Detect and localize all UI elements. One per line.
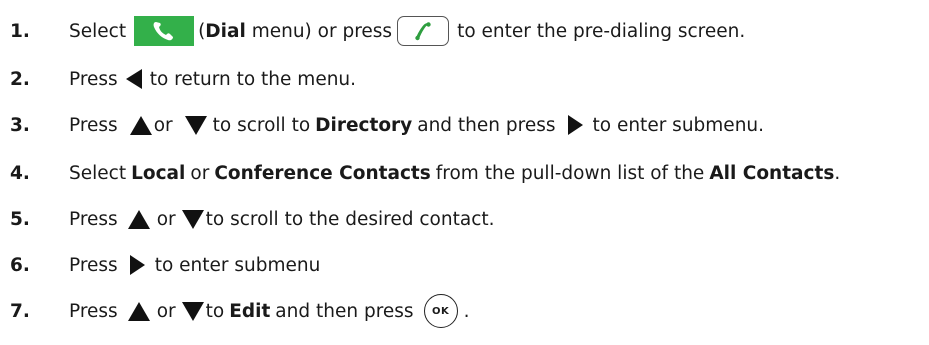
step-text-part: or: [156, 208, 176, 230]
up-arrow-icon: [129, 115, 152, 135]
step-text-part: .: [834, 162, 841, 184]
step-text: Press to enter submenu: [69, 255, 320, 276]
step-text-part: and then press: [275, 300, 414, 322]
step-text: Select (Dial menu) or press to enter the…: [69, 16, 745, 46]
down-arrow-icon: [184, 115, 207, 135]
step-text-part: to return to the menu.: [149, 68, 357, 90]
step-number: 7.: [10, 300, 30, 322]
step-text: Press or to scroll to Directory and then…: [69, 115, 764, 136]
down-arrow-icon: [181, 209, 204, 229]
step-text-part: or: [153, 114, 173, 136]
step-text-part: or: [156, 300, 176, 322]
up-arrow-icon: [127, 209, 150, 229]
step-text-part: Press: [69, 114, 118, 136]
step-text-part: (: [198, 20, 206, 42]
right-arrow-icon: [567, 115, 583, 135]
step-text-part: from the pull-down list of the: [435, 162, 705, 184]
step-text-bold: Dial: [205, 20, 246, 42]
step-text-bold: All Contacts: [709, 162, 835, 184]
step-text-part: to: [205, 300, 225, 322]
step-number: 3.: [10, 114, 30, 136]
step-text-bold: Edit: [229, 300, 271, 322]
step-text-part: to enter submenu.: [592, 114, 765, 136]
right-arrow-icon: [129, 255, 145, 275]
left-arrow-icon: [125, 69, 142, 89]
step-number: 1.: [10, 20, 30, 42]
step-text-part: Select: [69, 20, 127, 42]
step-text-part: to enter the pre-dialing screen.: [457, 20, 746, 42]
down-arrow-icon: [181, 301, 204, 321]
step-text-part: menu) or press: [245, 20, 393, 42]
step-text-part: Press: [69, 68, 118, 90]
step-text-part: .: [463, 300, 470, 322]
step-text: Press or to Edit and then press OK .: [69, 294, 469, 328]
step-text-part: to scroll to: [212, 114, 311, 136]
step-number: 4.: [10, 162, 30, 184]
instruction-steps: 1. Select (Dial menu) or press to enter …: [0, 0, 929, 345]
step-text-part: to scroll to the desired contact.: [205, 208, 495, 230]
step-text: Select Local or Conference Contacts from…: [69, 163, 840, 184]
step-text-bold: Local: [131, 162, 186, 184]
up-arrow-icon: [127, 301, 150, 321]
step-text-part: or: [190, 162, 210, 184]
step-text-part: Select: [69, 162, 127, 184]
step-text-part: Press: [69, 254, 118, 276]
step-text-part: Press: [69, 208, 118, 230]
step-text-bold: Directory: [315, 114, 413, 136]
ok-key-icon: OK: [423, 294, 458, 328]
step-text-bold: Conference Contacts: [214, 162, 431, 184]
off-hook-key-icon: [397, 16, 450, 46]
step-text: Press or to scroll to the desired contac…: [69, 209, 495, 230]
step-number: 6.: [10, 254, 30, 276]
step-number: 2.: [10, 68, 30, 90]
step-text-part: and then press: [417, 114, 556, 136]
step-text: Press to return to the menu.: [69, 69, 356, 90]
step-text-part: Press: [69, 300, 118, 322]
dial-menu-icon: [134, 16, 195, 46]
step-text-part: to enter submenu: [154, 254, 321, 276]
step-number: 5.: [10, 208, 30, 230]
